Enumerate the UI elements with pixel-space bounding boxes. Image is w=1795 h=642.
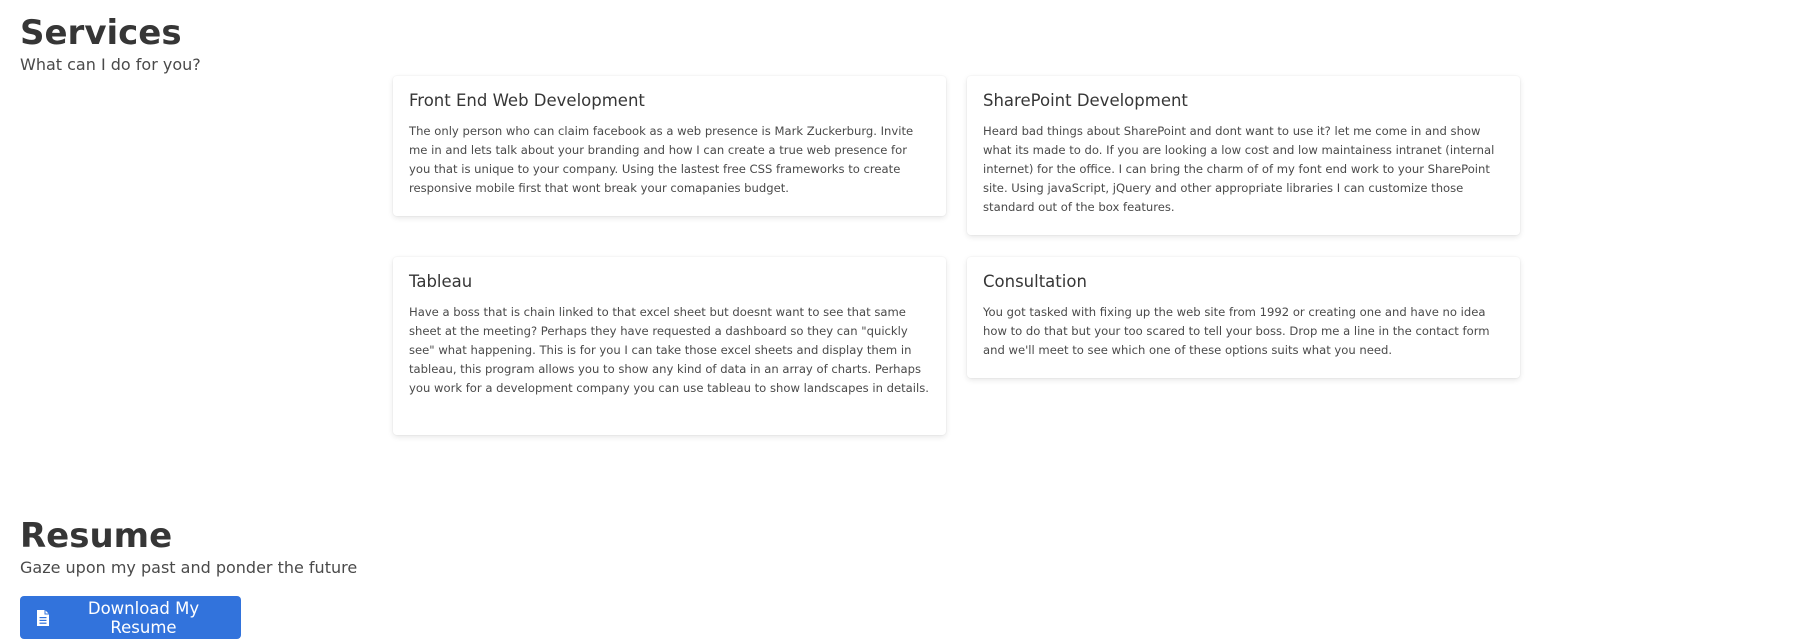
card-title: Consultation [983,272,1087,291]
card-title: Front End Web Development [409,91,645,110]
file-icon [36,609,50,627]
card-body: You got tasked with fixing up the web si… [983,304,1490,357]
service-card-tableau: Tableau Have a boss that is chain linked… [393,257,946,435]
service-card-front-end: Front End Web Development The only perso… [393,76,946,216]
services-subtitle: What can I do for you? [20,55,201,74]
service-card-consultation: Consultation You got tasked with fixing … [967,257,1520,378]
card-body: The only person who can claim facebook a… [409,123,914,195]
resume-subtitle: Gaze upon my past and ponder the future [20,558,358,577]
resume-title: Resume [20,516,173,556]
card-title: SharePoint Development [983,91,1188,110]
card-body: Heard bad things about SharePoint and do… [983,123,1495,214]
card-title: Tableau [409,272,473,291]
page: Services What can I do for you? Front En… [0,0,1795,642]
service-card-sharepoint: SharePoint Development Heard bad things … [967,76,1520,235]
download-resume-label: Download My Resume [87,598,200,637]
download-resume-button[interactable]: Download My Resume [20,596,241,639]
services-title: Services [20,13,182,53]
card-body: Have a boss that is chain linked to that… [409,304,929,395]
